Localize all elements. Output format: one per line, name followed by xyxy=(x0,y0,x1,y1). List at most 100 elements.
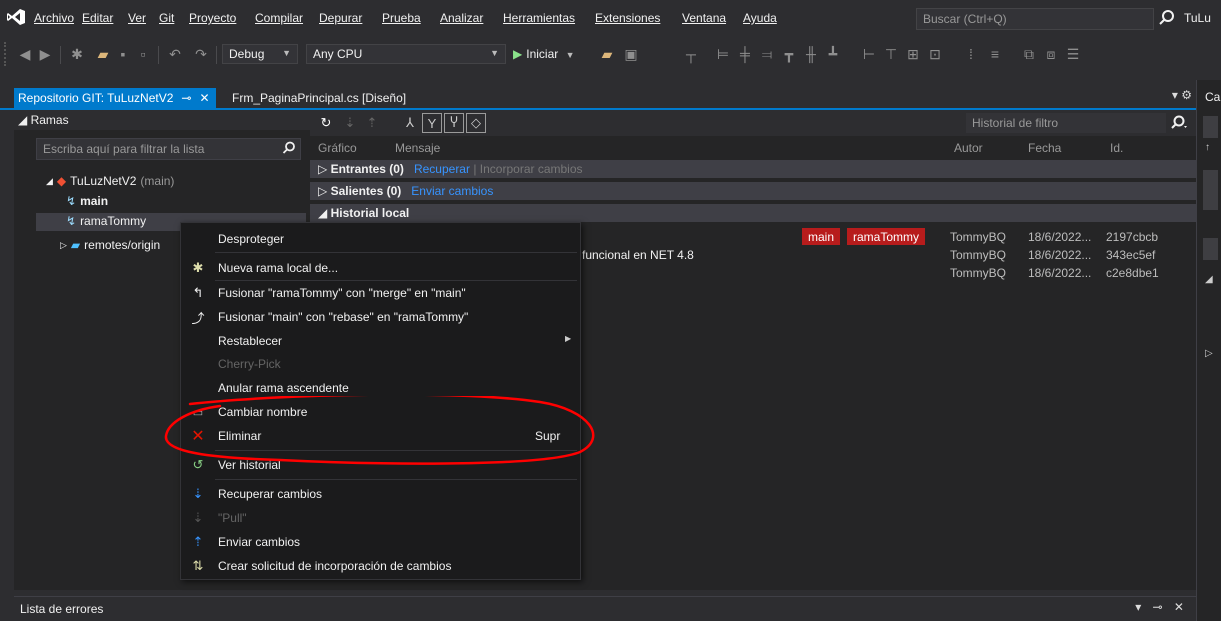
menu-item-desproteger[interactable]: Desproteger xyxy=(181,227,580,250)
history-filter-input[interactable]: Historial de filtro xyxy=(966,113,1166,133)
column-autor[interactable]: Autor xyxy=(954,141,983,155)
error-list-title[interactable]: Lista de errores xyxy=(20,602,103,616)
align-center-icon[interactable]: ╪ xyxy=(734,42,756,66)
open-folder-icon[interactable]: ▰ xyxy=(92,42,114,66)
menu-item-fusionar-rebase[interactable]: ⤴ Fusionar "main" con "rebase" en "ramaT… xyxy=(181,305,580,328)
tree-repo-node[interactable]: ◢ ◆ TuLuzNetV2 (main) xyxy=(46,174,174,188)
search-icon[interactable] xyxy=(1170,114,1188,132)
menu-proyecto[interactable]: Proyecto xyxy=(189,11,236,25)
menu-item-cambiar-nombre[interactable]: ▭ Cambiar nombre xyxy=(181,400,580,423)
fetch-link[interactable]: Recuperar xyxy=(414,162,470,176)
menu-extensiones[interactable]: Extensiones xyxy=(595,11,660,25)
align-right-icon[interactable]: ⫤ xyxy=(756,42,778,66)
menu-item-nueva-rama[interactable]: ✱ Nueva rama local de... xyxy=(181,256,580,279)
menu-item-label: Ver historial xyxy=(218,458,281,472)
refresh-icon[interactable]: ↻ xyxy=(316,113,336,133)
menu-item-crear-solicitud[interactable]: ⇅ Crear solicitud de incorporación de ca… xyxy=(181,554,580,577)
toolbar-grip[interactable] xyxy=(4,42,9,66)
start-button[interactable]: ▶ Iniciar ▼ xyxy=(513,47,575,61)
branch-main[interactable]: ↯ main xyxy=(66,194,108,208)
menu-item-recuperar[interactable]: ⇣ Recuperar cambios xyxy=(181,482,580,505)
menu-item-fusionar-merge[interactable]: ↰ Fusionar "ramaTommy" con "merge" en "m… xyxy=(181,281,580,304)
align-top-icon[interactable]: ┳ xyxy=(778,42,800,66)
search-icon[interactable] xyxy=(1158,9,1176,27)
right-panel-field[interactable] xyxy=(1203,116,1218,138)
platform-select[interactable]: Any CPU ▼ xyxy=(306,44,506,64)
column-fecha[interactable]: Fecha xyxy=(1028,141,1061,155)
redo-icon[interactable]: ↷ xyxy=(190,42,212,66)
search-input[interactable]: Buscar (Ctrl+Q) xyxy=(916,8,1154,30)
tag-icon[interactable]: ◇ xyxy=(466,113,486,133)
tab-frm-pagina-principal[interactable]: Frm_PaginaPrincipal.cs [Diseño] xyxy=(232,91,406,105)
menu-item-restablecer[interactable]: Restablecer ▶ xyxy=(181,329,580,352)
commit-message[interactable]: funcional en NET 4.8 xyxy=(582,248,694,262)
menu-item-ver-historial[interactable]: ↺ Ver historial xyxy=(181,453,580,476)
tree-remotes-node[interactable]: ▷ ▰ remotes/origin xyxy=(60,238,160,252)
branch-rama-tommy[interactable]: ↯ ramaTommy xyxy=(66,214,146,228)
spacing-icon[interactable]: ⁞ xyxy=(960,42,982,66)
window-icon[interactable]: ▣ xyxy=(620,42,642,66)
account-name[interactable]: TuLu xyxy=(1184,11,1211,25)
save-icon[interactable]: ▪ xyxy=(112,42,134,66)
menu-analizar[interactable]: Analizar xyxy=(440,11,483,25)
send-back-icon[interactable]: ⧈ xyxy=(1040,42,1062,66)
configuration-select[interactable]: Debug ▼ xyxy=(222,44,298,64)
menu-ver[interactable]: Ver xyxy=(128,11,146,25)
menu-item-enviar[interactable]: ⇡ Enviar cambios xyxy=(181,530,580,553)
same-size-icon[interactable]: ⊞ xyxy=(902,42,924,66)
local-history-section[interactable]: ◢ Historial local xyxy=(310,204,1196,222)
menu-herramientas[interactable]: Herramientas xyxy=(503,11,575,25)
branch-merge-icon[interactable]: Ⴤ xyxy=(444,113,464,133)
menu-item-eliminar[interactable]: ✕ Eliminar Supr xyxy=(181,424,580,447)
tab-repositorio-git[interactable]: Repositorio GIT: TuLuzNetV2 ⊸ ✕ xyxy=(14,88,216,108)
column-id[interactable]: Id. xyxy=(1110,141,1123,155)
branch-filter-icon[interactable]: Y xyxy=(422,113,442,133)
incoming-section[interactable]: ▷ Entrantes (0) Recuperar | Incorporar c… xyxy=(310,160,1196,178)
bring-front-icon[interactable]: ⧉ xyxy=(1018,42,1040,66)
branches-header[interactable]: ◢ Ramas xyxy=(14,110,310,130)
same-width-icon[interactable]: ⊢ xyxy=(858,42,880,66)
format-icon[interactable]: ┬ xyxy=(680,42,702,66)
vertical-spacing-icon[interactable]: ≡ xyxy=(984,42,1006,66)
align-left-icon[interactable]: ⊨ xyxy=(712,42,734,66)
graph-icon[interactable]: ⅄ xyxy=(400,113,420,133)
tab-options-icon[interactable]: ▾ ⚙ xyxy=(1172,88,1192,102)
close-icon[interactable]: ✕ xyxy=(199,91,209,108)
up-arrow-icon[interactable]: ↑ xyxy=(1205,142,1210,153)
menu-compilar[interactable]: Compilar xyxy=(255,11,303,25)
column-grafico[interactable]: Gráfico xyxy=(318,141,357,155)
menu-ventana[interactable]: Ventana xyxy=(682,11,726,25)
forward-icon[interactable]: ▶ xyxy=(34,42,56,66)
fetch-icon[interactable]: ⇣ xyxy=(340,113,360,133)
menu-editar[interactable]: Editar xyxy=(82,11,113,25)
pull-icon[interactable]: ⇡ xyxy=(362,113,382,133)
menu-item-anular-rama[interactable]: Anular rama ascendente xyxy=(181,376,580,399)
outgoing-section[interactable]: ▷ Salientes (0) Enviar cambios xyxy=(310,182,1196,200)
collapse-icon[interactable]: ◢ xyxy=(1205,274,1213,285)
panel-controls-icon[interactable]: ▾ ⊸ ✕ xyxy=(1135,600,1188,614)
menu-git[interactable]: Git xyxy=(159,11,174,25)
right-panel-field[interactable] xyxy=(1203,238,1218,260)
branch-filter-input[interactable]: Escriba aquí para filtrar la lista xyxy=(36,138,301,160)
save-all-icon[interactable]: ▫ xyxy=(132,42,154,66)
menu-archivo[interactable]: Archivo xyxy=(34,11,74,25)
menu-depurar[interactable]: Depurar xyxy=(319,11,362,25)
grid-icon[interactable]: ⊡ xyxy=(924,42,946,66)
search-icon[interactable] xyxy=(282,141,296,155)
pin-icon[interactable]: ⊸ xyxy=(181,91,191,108)
column-mensaje[interactable]: Mensaje xyxy=(395,141,440,155)
align-bottom-icon[interactable]: ┻ xyxy=(822,42,844,66)
undo-icon[interactable]: ↶ xyxy=(164,42,186,66)
expand-icon[interactable]: ▷ xyxy=(1205,348,1213,359)
align-middle-icon[interactable]: ╫ xyxy=(800,42,822,66)
menu-prueba[interactable]: Prueba xyxy=(382,11,421,25)
menu-ayuda[interactable]: Ayuda xyxy=(743,11,777,25)
push-link[interactable]: Enviar cambios xyxy=(411,184,493,198)
right-panel-field[interactable] xyxy=(1203,170,1218,210)
new-project-icon[interactable]: ✱ xyxy=(66,42,88,66)
same-height-icon[interactable]: ⊤ xyxy=(880,42,902,66)
folder-icon[interactable]: ▰ xyxy=(596,42,618,66)
merge-link[interactable]: Incorporar cambios xyxy=(480,162,583,176)
tab-order-icon[interactable]: ☰ xyxy=(1062,42,1084,66)
back-icon[interactable]: ◀ xyxy=(14,42,36,66)
